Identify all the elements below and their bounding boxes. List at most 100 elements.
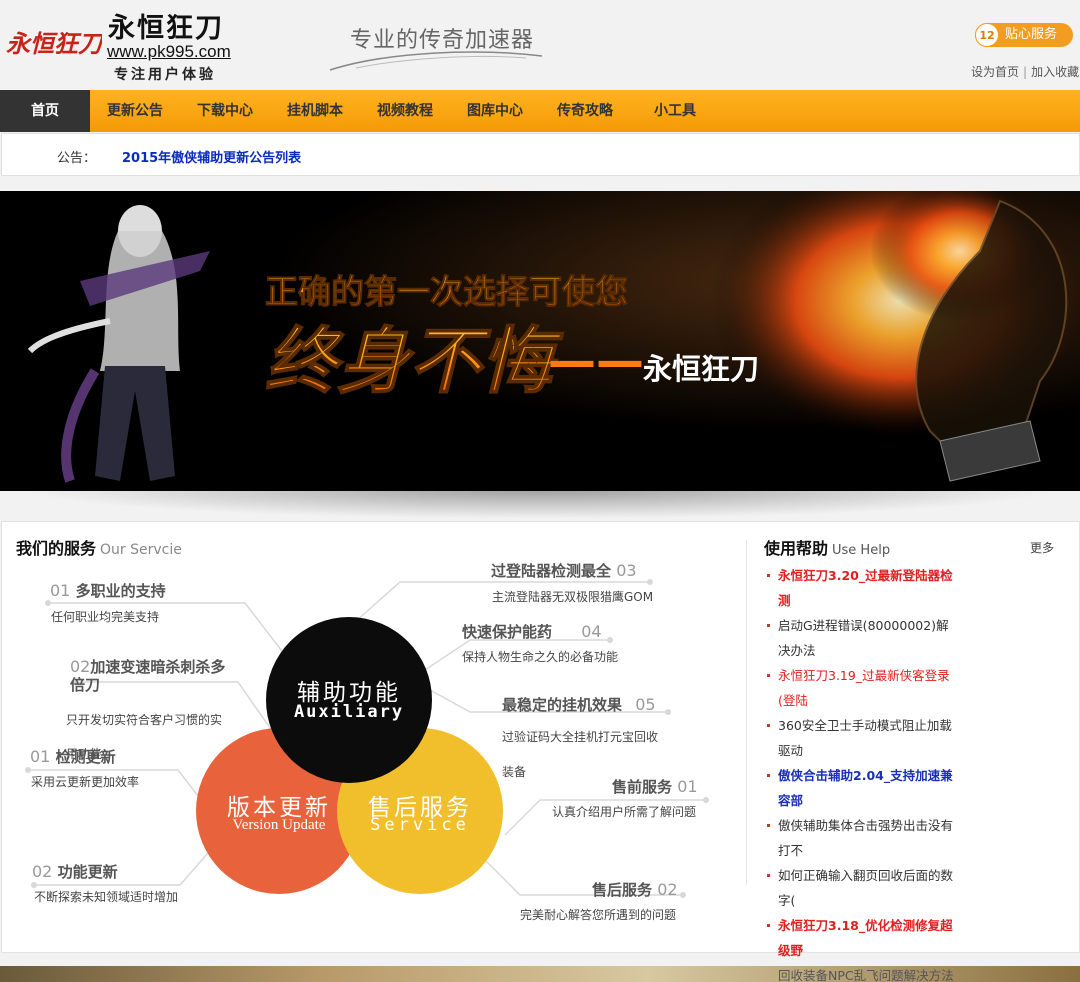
- service-item-heading: 售后服务 02: [592, 879, 678, 900]
- service-item-number: 02: [32, 862, 53, 881]
- service-item-desc: 采用云更新更加效率: [31, 775, 140, 789]
- services-subtitle: Our Servcie: [100, 542, 182, 558]
- help-list-item-text: 如何正确输入翻页回收后面的数字(: [778, 868, 954, 908]
- notice-link[interactable]: 2015年傲侠辅助更新公告列表: [122, 147, 301, 166]
- service-item-desc: 保持人物生命之久的必备功能: [462, 650, 619, 664]
- service-item-title: 最稳定的挂机效果: [502, 696, 623, 714]
- bullet-icon: [767, 674, 770, 677]
- help-list-item[interactable]: 傲侠辅助集体合击强势出击没有打不: [767, 813, 958, 863]
- banner-shadow: [20, 489, 1060, 519]
- bullet-icon: [767, 824, 770, 827]
- banner-brand: 永恒狂刀: [643, 352, 759, 386]
- service-item-title: 检测更新: [55, 748, 116, 766]
- service-item-heading: 快速保护能药 04: [462, 621, 602, 642]
- service-item-number: 01: [677, 777, 698, 796]
- nav-item-scripts[interactable]: 挂机脚本: [270, 90, 360, 132]
- help-list-item[interactable]: 360安全卫士手动模式阻止加载驱动: [767, 713, 958, 763]
- link-separator: |: [1023, 65, 1028, 79]
- service-item-desc: 任何职业均完美支持: [51, 610, 160, 624]
- bullet-icon: [767, 574, 770, 577]
- nav-item-updates[interactable]: 更新公告: [90, 90, 180, 132]
- service-item-heading: 过登陆器检测最全 03: [491, 560, 637, 581]
- hero-banner[interactable]: 正确的第一次选择可使您 终身不悔 —— 永恒狂刀: [0, 191, 1080, 491]
- help-list-item-text: 启动G进程错误(80000002)解决办法: [778, 618, 949, 658]
- top-links: 设为首页 | 加入收藏: [971, 63, 1079, 80]
- service-item-number: 03: [616, 561, 637, 580]
- help-list-item-text: 360安全卫士手动模式阻止加载驱动: [778, 718, 952, 758]
- help-list-item[interactable]: 永恒狂刀3.18_优化检测修复超级野: [767, 913, 958, 963]
- service-item-heading: 02加速变速暗杀刺杀多倍刀: [70, 657, 230, 695]
- logo-mark-icon[interactable]: 永恒狂刀: [4, 22, 102, 62]
- nav-item-tools[interactable]: 小工具: [630, 90, 720, 132]
- swoosh-decoration: [329, 51, 543, 71]
- help-divider: [746, 540, 747, 885]
- service-item-title: 售后服务: [592, 881, 653, 899]
- help-list-item-text: 傲侠辅助集体合击强势出击没有打不: [778, 818, 954, 858]
- service-item-heading: 02 功能更新: [32, 861, 118, 882]
- service-item-heading: 01 检测更新: [30, 746, 116, 767]
- nav-item-downloads[interactable]: 下载中心: [180, 90, 270, 132]
- auxiliary-circle-subtitle: Auxiliary: [293, 702, 405, 722]
- service-item-heading: 最稳定的挂机效果 05: [502, 694, 656, 715]
- qq-icon: 12: [975, 23, 999, 47]
- service-item-number: 04: [581, 622, 602, 641]
- qq-service-button[interactable]: 12 贴心服务: [975, 23, 1073, 47]
- banner-dash: ——: [548, 333, 644, 389]
- help-list-item[interactable]: 永恒狂刀3.20_过最新登陆器检测: [767, 563, 958, 613]
- nav-item-guides[interactable]: 传奇攻略: [540, 90, 630, 132]
- service-item-number: 02: [657, 880, 678, 899]
- add-favorite-link[interactable]: 加入收藏: [1031, 65, 1079, 79]
- service-item-heading: 售前服务 01: [612, 776, 698, 797]
- service-item-title: 售前服务: [612, 778, 673, 796]
- qq-service-label: 贴心服务: [1005, 27, 1058, 42]
- services-title: 我们的服务: [16, 539, 97, 558]
- logo-slogan: 专注用户体验: [114, 67, 216, 83]
- service-item-title: 多职业的支持: [75, 582, 166, 600]
- service-circle-subtitle: Service: [370, 815, 470, 835]
- help-list-item[interactable]: 回收装备NPC乱飞问题解决方法: [778, 963, 958, 982]
- help-list-item-text: 傲侠合击辅助2.04_支持加速兼容部: [778, 768, 953, 808]
- help-list-item-text: 永恒狂刀3.18_优化检测修复超级野: [778, 918, 953, 958]
- service-item-title: 加速变速暗杀刺杀多倍刀: [70, 658, 226, 694]
- logo-mark-text: 永恒狂刀: [6, 29, 102, 58]
- service-item-desc: 完美耐心解答您所遇到的问题: [520, 908, 677, 922]
- help-list-item[interactable]: 如何正确输入翻页回收后面的数字(: [767, 863, 958, 913]
- bullet-icon: [767, 624, 770, 627]
- service-item-desc: 认真介绍用户所需了解问题: [552, 805, 697, 819]
- nav-item-videos[interactable]: 视频教程: [360, 90, 450, 132]
- nav-item-gallery[interactable]: 图库中心: [450, 90, 540, 132]
- notice-label: 公告：: [57, 151, 97, 166]
- banner-line2: 终身不悔: [265, 319, 564, 403]
- services-heading: 我们的服务 Our Servcie: [16, 535, 182, 559]
- logo-title[interactable]: 永恒狂刀: [108, 6, 224, 45]
- service-item-desc: 主流登陆器无双极限猎鹰GOM: [492, 590, 654, 604]
- service-item-heading: 01 多职业的支持: [50, 580, 166, 601]
- help-list-item-text: 永恒狂刀3.19_过最新侠客登录(登陆: [778, 668, 950, 708]
- bullet-icon: [767, 924, 770, 927]
- help-subtitle: Use Help: [832, 543, 891, 558]
- service-item-title: 过登陆器检测最全: [491, 562, 612, 580]
- service-item-number: 02: [70, 657, 91, 676]
- service-item-number: 05: [635, 695, 656, 714]
- nav-item-home[interactable]: 首页: [0, 90, 90, 132]
- logo-url[interactable]: www.pk995.com: [107, 42, 231, 62]
- banner-artwork: 正确的第一次选择可使您 终身不悔 —— 永恒狂刀: [0, 191, 1080, 491]
- set-home-link[interactable]: 设为首页: [971, 65, 1019, 79]
- service-item-desc: 不断探索未知领域适时增加: [34, 890, 179, 904]
- bullet-icon: [767, 874, 770, 877]
- site-header: 永恒狂刀 永恒狂刀 www.pk995.com 专注用户体验 专业的传奇加速器 …: [0, 0, 1080, 90]
- help-list-item[interactable]: 启动G进程错误(80000002)解决办法: [767, 613, 958, 663]
- notice-bar: 公告： 2015年傲侠辅助更新公告列表: [1, 133, 1080, 176]
- help-list-item-text: 永恒狂刀3.20_过最新登陆器检测: [778, 568, 953, 608]
- bullet-icon: [767, 724, 770, 727]
- main-nav: 首页 更新公告 下载中心 挂机脚本 视频教程 图库中心 传奇攻略 小工具: [0, 90, 1080, 132]
- service-item-number: 01: [30, 747, 51, 766]
- service-item-number: 01: [50, 581, 71, 600]
- bullet-icon: [767, 774, 770, 777]
- help-list-item-text: 回收装备NPC乱飞问题解决方法: [778, 968, 954, 982]
- help-more-link[interactable]: 更多: [1030, 539, 1054, 556]
- service-item-title: 快速保护能药: [462, 623, 553, 641]
- help-title: 使用帮助: [764, 539, 829, 558]
- help-list-item[interactable]: 永恒狂刀3.19_过最新侠客登录(登陆: [767, 663, 958, 713]
- help-list-item[interactable]: 傲侠合击辅助2.04_支持加速兼容部: [767, 763, 958, 813]
